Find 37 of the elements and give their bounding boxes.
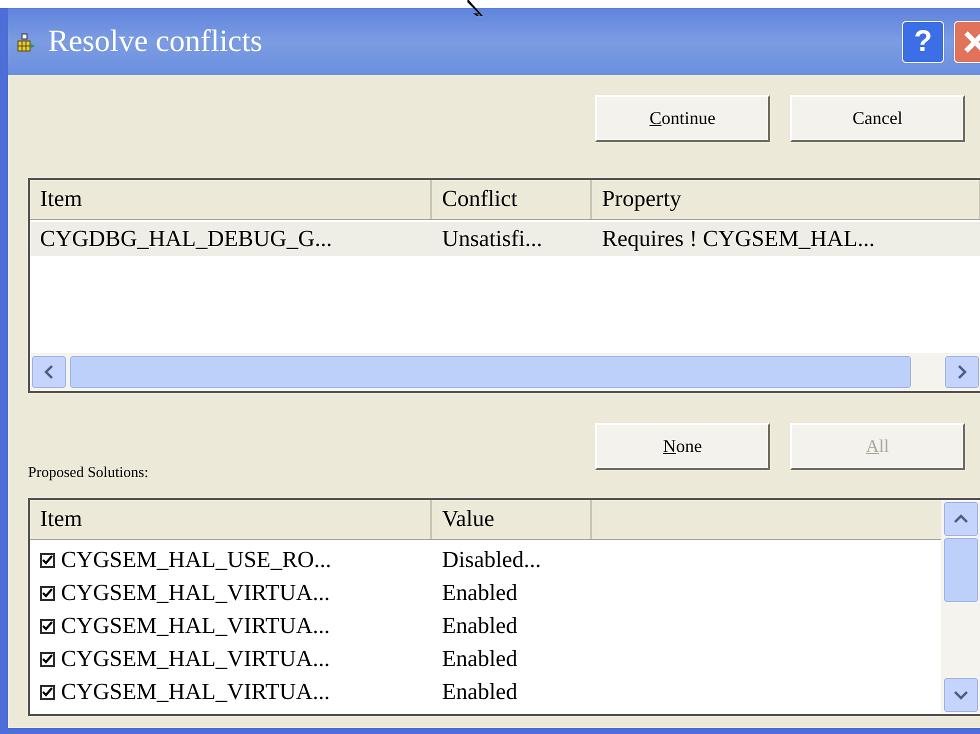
checkbox[interactable] (40, 619, 55, 634)
table-cell-text: CYGSEM_HAL_VIRTUA... (61, 579, 330, 608)
column-header[interactable]: Item (30, 180, 432, 219)
scroll-up-button[interactable] (944, 502, 978, 536)
conflict-row[interactable]: CYGDBG_HAL_DEBUG_G... Unsatisfi... Requires ! CYGSEM_HAL... (30, 222, 980, 256)
scrollbar-thumb[interactable] (70, 356, 911, 388)
table-cell-text: Enabled (441, 612, 518, 640)
column-header[interactable]: Property (592, 180, 980, 219)
table-cell-text: Enabled (441, 579, 518, 608)
column-header[interactable]: Value (432, 500, 592, 539)
dialog-button[interactable]: Continue (595, 95, 770, 142)
checkbox[interactable] (40, 652, 55, 667)
table-cell-text: Enabled (441, 645, 518, 674)
table-cell-text: CYGSEM_HAL_USE_RO... (61, 546, 332, 574)
table-cell-text: Requires ! CYGSEM_HAL... (601, 224, 876, 253)
proposed-solutions-label: Proposed Solutions: (28, 464, 150, 483)
table-cell-text: Disabled... (441, 546, 542, 574)
checkbox[interactable] (40, 586, 55, 601)
scrollbar-thumb[interactable] (944, 538, 978, 602)
column-header[interactable]: Conflict (432, 180, 592, 219)
checkbox[interactable] (40, 685, 55, 700)
scroll-left-button[interactable] (32, 356, 66, 388)
scroll-down-button[interactable] (944, 678, 978, 712)
help-button[interactable]: ? (902, 20, 944, 62)
table-cell-text: CYGSEM_HAL_VIRTUA... (61, 678, 330, 706)
window-title: Resolve conflicts (48, 22, 264, 60)
table-cell-text: Unsatisfi... (441, 224, 544, 253)
checkbox[interactable] (40, 553, 55, 568)
dialog-button[interactable]: None (595, 423, 770, 470)
scroll-right-button[interactable] (945, 356, 979, 388)
table-cell-text: CYGDBG_HAL_DEBUG_G... (39, 224, 333, 253)
column-header[interactable]: Item (30, 500, 432, 539)
table-cell-text: CYGSEM_HAL_VIRTUA... (61, 612, 330, 640)
table-cell-text: Enabled (441, 678, 518, 706)
dialog-button[interactable]: Cancel (790, 95, 965, 142)
table-cell-text: CYGSEM_HAL_VIRTUA... (61, 645, 330, 674)
close-icon (963, 30, 980, 54)
